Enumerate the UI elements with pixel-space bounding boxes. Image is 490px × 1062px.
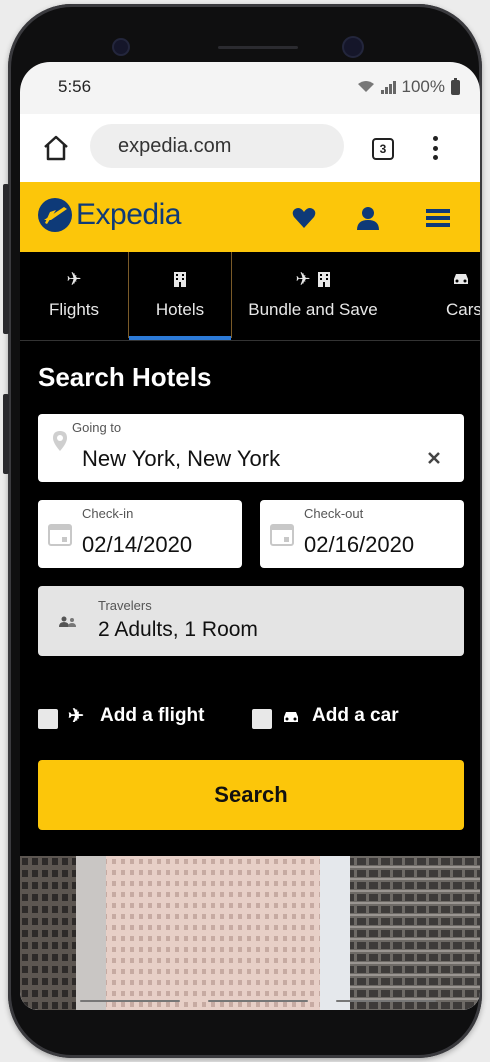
search-button[interactable]: Search (38, 760, 464, 830)
car-icon (284, 712, 298, 722)
tab-bundle-and-save[interactable]: ✈ Bundle and Save (232, 252, 394, 338)
status-icons: 100% (357, 77, 460, 97)
status-bar: 5:56 100% (20, 62, 480, 114)
heart-icon[interactable] (290, 204, 318, 232)
travelers-label: Travelers (98, 598, 152, 613)
front-camera (114, 40, 128, 54)
location-pin-icon (53, 431, 67, 451)
plane-icon: ✈ (66, 268, 82, 289)
expedia-logo[interactable]: Expedia (38, 198, 181, 232)
product-tabs: ✈ Flights Hotels ✈ Bundle and Save Cars (20, 252, 480, 341)
check-in-value: 02/14/2020 (82, 532, 193, 557)
clear-icon[interactable] (428, 452, 440, 464)
nav-handle (208, 1000, 308, 1002)
add-car-checkbox[interactable] (252, 709, 272, 729)
tab-flights[interactable]: ✈ Flights (20, 252, 128, 338)
logo-wordmark: Expedia (76, 198, 181, 231)
going-to-value: New York, New York (82, 446, 281, 471)
site-header: Expedia (20, 182, 480, 252)
iris-sensor (344, 38, 362, 56)
tab-switcher-button[interactable]: 3 (372, 138, 394, 160)
nav-handle (336, 1000, 436, 1002)
nav-handle (80, 1000, 180, 1002)
tab-cars[interactable]: Cars (424, 252, 480, 338)
add-flight-checkbox[interactable] (38, 709, 58, 729)
volume-button (3, 184, 9, 334)
tab-label: Hotels (155, 300, 205, 319)
check-out-field[interactable]: Check-out 02/16/2020 (260, 500, 464, 568)
check-in-field[interactable]: Check-in 02/14/2020 (38, 500, 242, 568)
battery-icon (451, 77, 460, 95)
tab-label: Bundle and Save (248, 300, 378, 319)
going-to-field[interactable]: Going to New York, New York (38, 414, 464, 482)
screen: 5:56 100% expedia.com 3 Expedia ✈ Flight… (20, 62, 480, 1010)
url-text: expedia.com (118, 134, 232, 157)
battery-percent: 100% (401, 77, 445, 96)
home-icon[interactable] (42, 134, 70, 162)
check-out-value: 02/16/2020 (304, 532, 415, 557)
bixby-button (3, 394, 9, 474)
check-out-label: Check-out (304, 506, 364, 521)
car-icon (424, 268, 480, 290)
add-flight-label[interactable]: Add a flight (100, 705, 204, 727)
calendar-icon (270, 524, 294, 546)
wifi-icon (357, 81, 374, 92)
add-ons-row: ✈ Add a flight Add a car (38, 702, 468, 736)
tab-label: Flights (48, 300, 100, 319)
page-title: Search Hotels (38, 362, 212, 392)
tab-label: Cars (446, 300, 480, 319)
browser-menu-icon[interactable] (432, 136, 438, 160)
account-icon[interactable] (354, 204, 382, 232)
travelers-field[interactable]: Travelers 2 Adults, 1 Room (38, 586, 464, 656)
status-time: 5:56 (58, 77, 92, 96)
logo-globe-icon (38, 198, 72, 232)
going-to-label: Going to (72, 420, 122, 435)
plane-icon: ✈ (68, 706, 84, 727)
tab-hotels[interactable]: Hotels (128, 252, 232, 340)
hero-image (20, 856, 480, 1010)
calendar-icon (48, 524, 72, 546)
plane-hotel-icon: ✈ (232, 268, 394, 290)
browser-toolbar: expedia.com 3 (20, 114, 480, 183)
hotel-icon (129, 268, 231, 290)
check-in-label: Check-in (82, 506, 134, 521)
url-bar[interactable]: expedia.com (90, 124, 344, 168)
travelers-value: 2 Adults, 1 Room (98, 618, 258, 641)
travelers-icon (59, 616, 76, 627)
speaker-grille (218, 46, 298, 49)
add-car-label[interactable]: Add a car (312, 705, 399, 727)
menu-icon[interactable] (424, 204, 452, 232)
signal-icon (380, 80, 396, 94)
